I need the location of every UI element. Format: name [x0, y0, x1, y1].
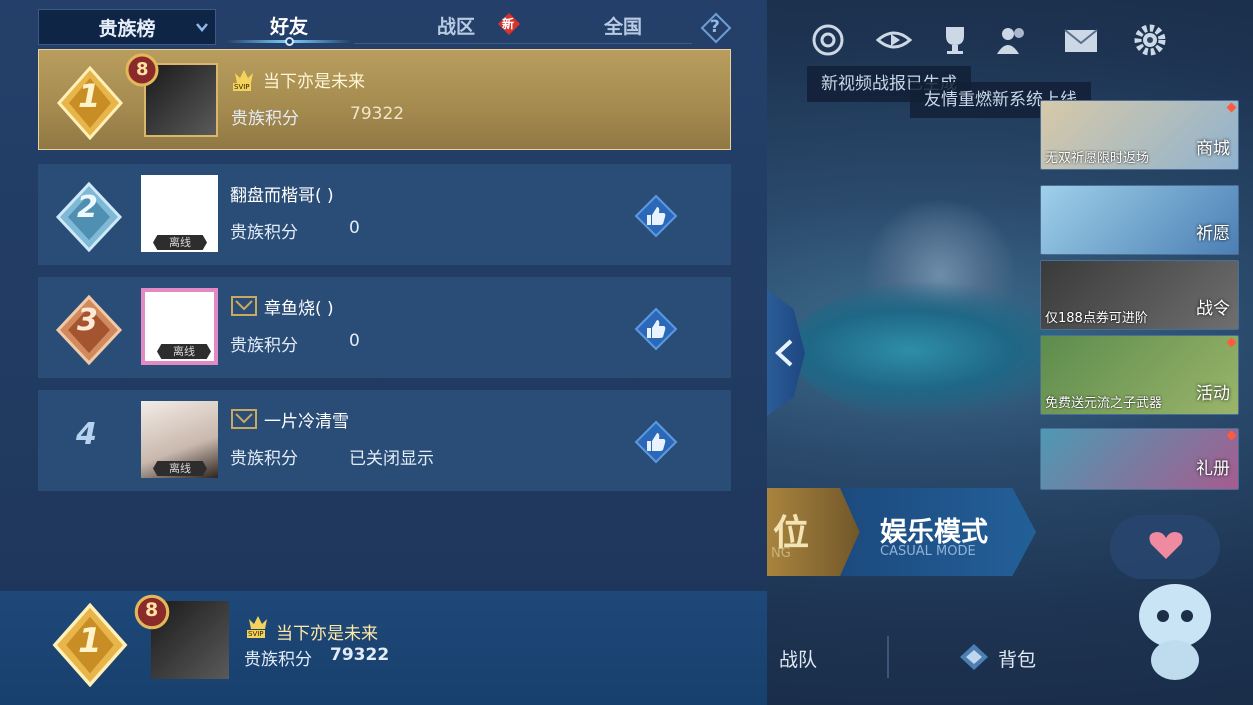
- promo-event[interactable]: 免费送元流之子武器 活动: [1040, 335, 1239, 415]
- player-name: 当下亦是未来: [276, 624, 378, 644]
- avatar[interactable]: 离线: [141, 175, 218, 252]
- level-number: 8: [145, 599, 159, 621]
- leaderboard-type-dropdown[interactable]: 贵族榜: [38, 9, 216, 45]
- offline-badge: 离线: [153, 461, 207, 476]
- new-badge: 新: [497, 12, 521, 36]
- dropdown-label: 贵族榜: [98, 17, 156, 40]
- frame-icon: [231, 296, 257, 316]
- my-rank-footer: 1 8 SVIP 当下亦是未来 贵族积分 79322: [0, 591, 767, 705]
- promo-shop[interactable]: 无双祈愿限时返场 商城: [1040, 100, 1239, 170]
- noble-points-label: 贵族积分: [244, 650, 312, 670]
- mode-casual-sub: CASUAL MODE: [880, 544, 976, 559]
- promo-gift-book-label: 礼册: [1196, 459, 1230, 479]
- promo-battle-pass-text: 仅188点券可进阶: [1045, 311, 1148, 326]
- help-text: ?: [710, 17, 720, 37]
- promo-shop-label: 商城: [1196, 139, 1230, 159]
- trophy-icon[interactable]: [937, 22, 973, 58]
- leaderboard-panel: 贵族榜 好友 战区 新 全国 ? 1 8 SVIP 当下亦是未来 贵族积分 79…: [0, 0, 767, 705]
- promo-event-text: 免费送元流之子武器: [1045, 396, 1163, 411]
- bottom-bag-button[interactable]: 背包: [998, 645, 1036, 672]
- rank-number: 1: [78, 621, 102, 661]
- active-tab-dot: [285, 37, 294, 46]
- offline-badge: 离线: [157, 344, 211, 359]
- promo-wish[interactable]: 祈愿: [1040, 185, 1239, 255]
- tabs-divider: [354, 43, 692, 44]
- player-name: 一片冷清雪: [264, 412, 349, 432]
- notification-dot: [1226, 430, 1237, 441]
- promo-gift-book[interactable]: 礼册: [1040, 428, 1239, 490]
- svip-text: SVIP: [247, 630, 265, 638]
- mode-casual-button[interactable]: 娱乐模式 CASUAL MODE: [840, 488, 1036, 576]
- settings-gear-icon[interactable]: [1132, 22, 1168, 58]
- player-name: 当下亦是未来: [263, 72, 365, 92]
- svip-badge: SVIP: [232, 67, 256, 91]
- tab-national[interactable]: 全国: [604, 12, 642, 39]
- leaderboard-row-3[interactable]: 3 离线 章鱼烧( ) 贵族积分 0: [38, 277, 731, 378]
- leaderboard-row-4[interactable]: 4 离线 一片冷清雪 贵族积分 已关闭显示: [38, 390, 731, 491]
- eye-icon[interactable]: [876, 22, 912, 58]
- rank-number: 3: [77, 303, 98, 338]
- noble-points-value: 0: [349, 331, 360, 351]
- companion-bubble[interactable]: [1110, 515, 1220, 579]
- leaderboard-row-2[interactable]: 2 离线 翻盘而楷哥( ) 贵族积分 0: [38, 164, 731, 265]
- noble-points-label: 贵族积分: [230, 223, 298, 243]
- tab-zone[interactable]: 战区: [437, 12, 475, 39]
- replay-icon[interactable]: [810, 22, 846, 58]
- like-thumbs-up-icon[interactable]: [634, 307, 678, 351]
- noble-points-label: 贵族积分: [231, 109, 299, 129]
- divider: [887, 636, 889, 678]
- mode-ranked-sub: NG: [771, 546, 791, 561]
- player-name: 翻盘而楷哥( ): [230, 186, 334, 206]
- rank-number: 4: [76, 417, 97, 452]
- noble-points-value: 0: [349, 218, 360, 238]
- leaderboard-tabs: 贵族榜 好友 战区 新 全国 ?: [0, 0, 767, 48]
- svip-text: SVIP: [233, 83, 251, 91]
- frame-icon: [231, 409, 257, 429]
- like-thumbs-up-icon[interactable]: [634, 420, 678, 464]
- companion-pet-icon[interactable]: [1130, 578, 1220, 683]
- player-name: 章鱼烧( ): [264, 299, 334, 319]
- avatar[interactable]: 离线: [141, 401, 218, 478]
- notification-dot: [1226, 337, 1237, 348]
- backpack-icon: [960, 644, 988, 670]
- level-number: 8: [136, 59, 149, 80]
- notification-dot: [1226, 102, 1237, 113]
- promo-battle-pass[interactable]: 仅188点券可进阶 战令: [1040, 260, 1239, 330]
- noble-points-label: 贵族积分: [230, 449, 298, 469]
- like-thumbs-up-icon[interactable]: [634, 194, 678, 238]
- help-button[interactable]: ?: [700, 12, 732, 44]
- promo-shop-text: 无双祈愿限时返场: [1045, 151, 1150, 166]
- promo-wish-label: 祈愿: [1196, 224, 1230, 244]
- friends-icon[interactable]: [994, 22, 1030, 58]
- noble-points-value: 79322: [350, 104, 405, 124]
- new-badge-text: 新: [502, 17, 515, 31]
- promo-battle-pass-label: 战令: [1196, 299, 1230, 319]
- bottom-team-button[interactable]: 战队: [779, 645, 817, 672]
- offline-badge: 离线: [153, 235, 207, 250]
- leaderboard-row-1[interactable]: 1 8 SVIP 当下亦是未来 贵族积分 79322: [38, 49, 731, 150]
- tab-friends[interactable]: 好友: [270, 12, 308, 39]
- rank-number: 1: [78, 77, 101, 115]
- rank-number: 2: [77, 190, 98, 225]
- noble-points-value: 已关闭显示: [349, 449, 434, 469]
- chevron-down-icon: [196, 23, 208, 32]
- avatar[interactable]: 离线: [141, 288, 218, 365]
- mail-icon[interactable]: [1063, 22, 1099, 58]
- chevron-left-icon: [775, 339, 793, 367]
- noble-points-value: 79322: [330, 645, 390, 665]
- promo-event-label: 活动: [1196, 384, 1230, 404]
- heart-icon: [1149, 532, 1183, 559]
- noble-points-label: 贵族积分: [230, 336, 298, 356]
- svip-badge: SVIP: [246, 613, 270, 639]
